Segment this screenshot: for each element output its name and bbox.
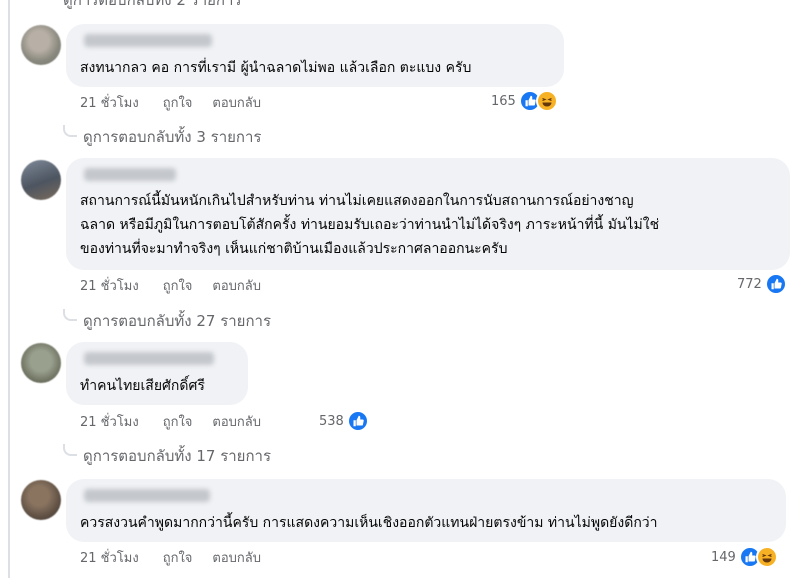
- comment-timestamp[interactable]: 21 ชั่วโมง: [80, 547, 139, 568]
- reaction-summary[interactable]: 149: [711, 546, 778, 568]
- reply-connector: [63, 444, 77, 456]
- commenter-name[interactable]: [84, 352, 214, 365]
- thread-line: [8, 0, 10, 578]
- haha-icon: [535, 90, 558, 112]
- like-button[interactable]: ถูกใจ: [163, 411, 193, 432]
- reaction-summary[interactable]: 538: [319, 410, 369, 432]
- avatar[interactable]: [21, 25, 61, 65]
- reply-connector: [63, 125, 77, 137]
- commenter-name[interactable]: [84, 168, 176, 181]
- reply-button[interactable]: ตอบกลับ: [212, 411, 261, 432]
- like-button[interactable]: ถูกใจ: [163, 92, 193, 113]
- comment-bubble: สถานการณ์นี้มันหนักเกินไปสำหรับท่าน ท่าน…: [66, 158, 790, 270]
- view-replies-link[interactable]: ดูการตอบกลับทั้ง 3 รายการ: [63, 125, 262, 149]
- like-button[interactable]: ถูกใจ: [163, 547, 193, 568]
- avatar[interactable]: [21, 343, 61, 383]
- reply-button[interactable]: ตอบกลับ: [212, 92, 261, 113]
- reply-button[interactable]: ตอบกลับ: [212, 275, 261, 296]
- comment-text: ควรสงวนคำพูดมากกว่านี้ครับ การแสดงความเห…: [80, 515, 658, 531]
- like-button[interactable]: ถูกใจ: [163, 275, 193, 296]
- view-replies-link[interactable]: ดูการตอบกลับทั้ง 17 รายการ: [63, 444, 271, 468]
- comment-bubble: ควรสงวนคำพูดมากกว่านี้ครับ การแสดงความเห…: [66, 479, 786, 542]
- reaction-count: 149: [711, 549, 736, 565]
- reaction-count: 538: [319, 413, 344, 429]
- comment-timestamp[interactable]: 21 ชั่วโมง: [80, 411, 139, 432]
- comment-text: ทำคนไทยเสียศักดิ์ศรี: [80, 378, 205, 394]
- like-icon: [764, 273, 787, 295]
- comment-actions: 21 ชั่วโมง ถูกใจ ตอบกลับ: [80, 275, 281, 295]
- avatar[interactable]: [21, 480, 61, 520]
- comment-bubble: สงทนากลว คอ การที่เรามี ผู้นำฉลาดไม่พอ แ…: [66, 24, 564, 87]
- commenter-name[interactable]: [84, 34, 212, 47]
- like-icon: [346, 410, 369, 432]
- reaction-count: 165: [491, 93, 516, 109]
- reaction-count: 772: [737, 276, 762, 292]
- comment-text-line: ของท่านที่จะมาทำจริงๆ เห็นแก่ชาติบ้านเมื…: [80, 241, 508, 257]
- reply-connector: [63, 309, 77, 321]
- comment-text-line: ฉลาด หรือมีภูมิในการตอบโต้สักครั้ง ท่านย…: [80, 217, 660, 233]
- view-replies-link[interactable]: ดูการตอบกลับทั้ง 2 รายการ: [63, 0, 242, 12]
- comment-actions: 21 ชั่วโมง ถูกใจ ตอบกลับ: [80, 547, 281, 567]
- comment-bubble: ทำคนไทยเสียศักดิ์ศรี: [66, 342, 248, 405]
- comment-actions: 21 ชั่วโมง ถูกใจ ตอบกลับ: [80, 411, 281, 431]
- avatar[interactable]: [21, 160, 61, 200]
- reaction-summary[interactable]: 165: [491, 90, 558, 112]
- comment-timestamp[interactable]: 21 ชั่วโมง: [80, 275, 139, 296]
- comment-text: สงทนากลว คอ การที่เรามี ผู้นำฉลาดไม่พอ แ…: [80, 60, 472, 76]
- comment-actions: 21 ชั่วโมง ถูกใจ ตอบกลับ: [80, 92, 281, 112]
- reaction-summary[interactable]: 772: [737, 273, 787, 295]
- comment-text-line: สถานการณ์นี้มันหนักเกินไปสำหรับท่าน ท่าน…: [80, 193, 634, 209]
- haha-icon: [755, 546, 778, 568]
- comment-timestamp[interactable]: 21 ชั่วโมง: [80, 92, 139, 113]
- view-replies-link[interactable]: ดูการตอบกลับทั้ง 27 รายการ: [63, 309, 271, 333]
- reply-button[interactable]: ตอบกลับ: [212, 547, 261, 568]
- commenter-name[interactable]: [84, 489, 210, 502]
